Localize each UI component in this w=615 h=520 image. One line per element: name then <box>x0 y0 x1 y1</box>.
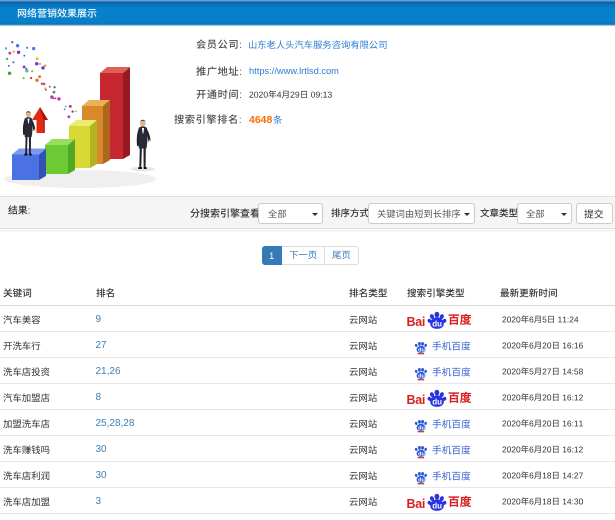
svg-text:Bai: Bai <box>407 497 426 511</box>
svg-text:du: du <box>418 373 425 379</box>
svg-text:du: du <box>418 477 425 483</box>
svg-text:du: du <box>432 319 442 328</box>
svg-text:du: du <box>432 397 442 406</box>
svg-text:du: du <box>432 501 442 510</box>
svg-text:Bai: Bai <box>407 393 426 407</box>
svg-text:du: du <box>418 425 425 431</box>
svg-text:du: du <box>418 347 425 353</box>
svg-text:du: du <box>418 451 425 457</box>
svg-text:Bai: Bai <box>407 315 426 329</box>
